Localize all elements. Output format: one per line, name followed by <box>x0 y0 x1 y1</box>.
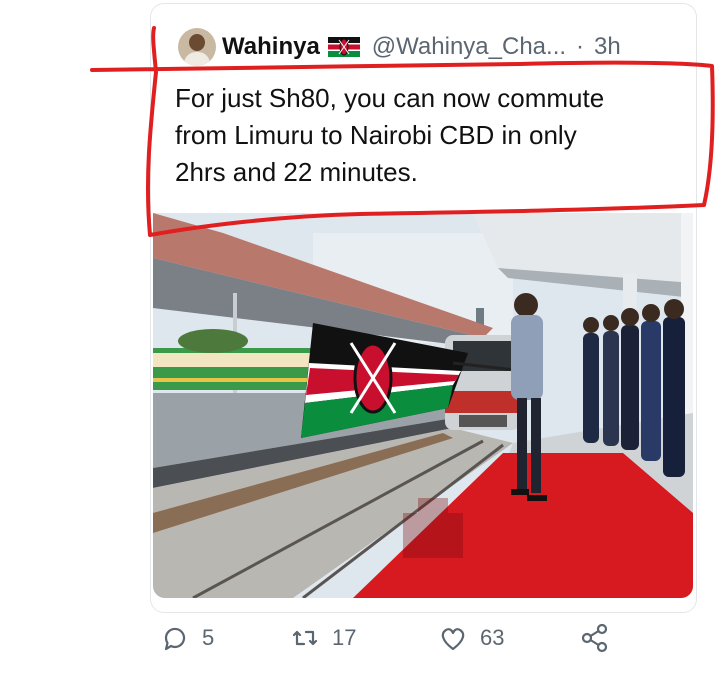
timestamp[interactable]: 3h <box>594 33 621 61</box>
kenya-flag-icon <box>327 37 360 57</box>
reply-icon <box>164 627 186 651</box>
tweet-photo[interactable] <box>153 213 693 598</box>
like-count: 63 <box>480 625 505 650</box>
share-icon <box>581 623 608 653</box>
tweet-header: Wahinya @Wahinya_Cha... · 3h <box>178 27 621 67</box>
reply-count: 5 <box>202 625 215 650</box>
retweet-button[interactable]: 17 <box>290 623 356 653</box>
retweet-count: 17 <box>332 625 357 650</box>
like-icon <box>441 628 465 651</box>
reply-button[interactable]: 5 <box>160 623 214 653</box>
author-name[interactable]: Wahinya <box>222 33 320 61</box>
tweet-text: For just Sh80, you can now commute from … <box>175 83 605 187</box>
avatar[interactable] <box>178 28 216 66</box>
tweet-actions: 5 17 63 <box>160 623 630 659</box>
like-button[interactable]: 63 <box>438 623 504 653</box>
retweet-icon <box>292 630 318 646</box>
share-button[interactable] <box>580 623 610 653</box>
timestamp-separator: · <box>576 33 585 60</box>
author-handle[interactable]: @Wahinya_Cha... <box>372 33 566 61</box>
